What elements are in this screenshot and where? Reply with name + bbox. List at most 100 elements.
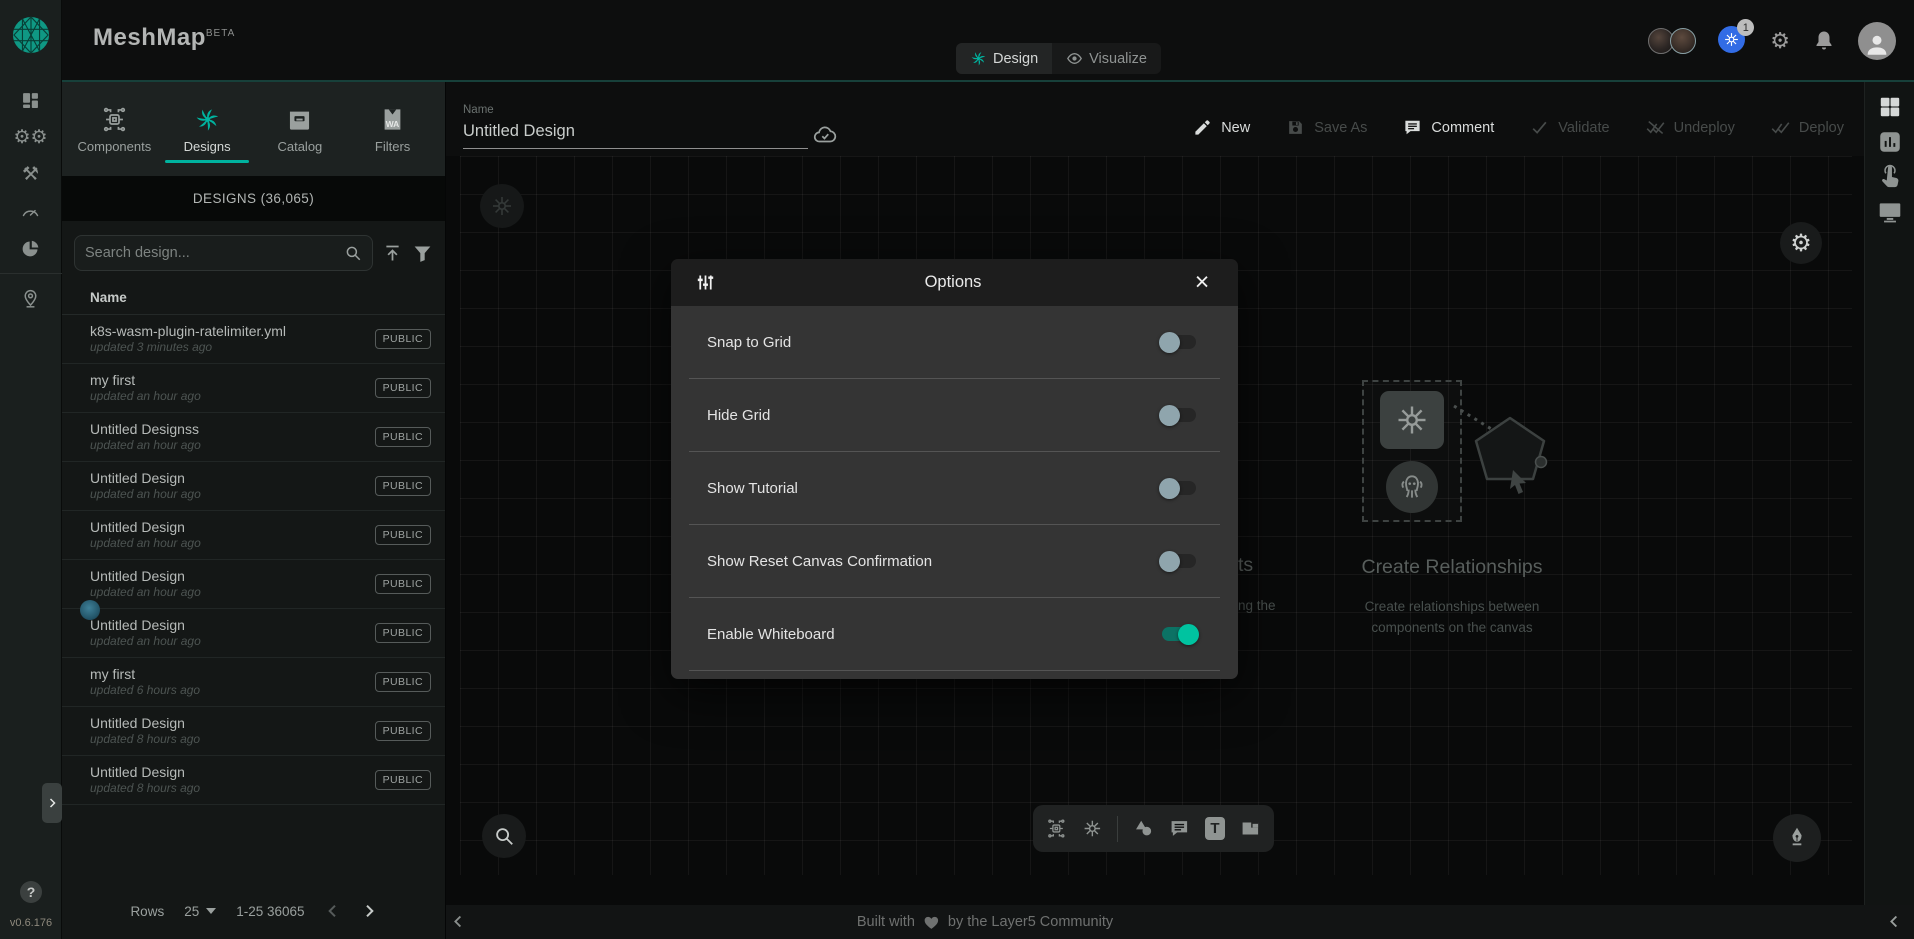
search-input[interactable] [85, 245, 344, 261]
option-row-show-reset-confirmation: Show Reset Canvas Confirmation [689, 525, 1220, 598]
close-icon[interactable]: × [1190, 271, 1214, 295]
next-page-button[interactable] [361, 903, 377, 919]
tab-catalog[interactable]: Catalog [258, 96, 342, 163]
upload-design-icon[interactable] [382, 243, 403, 264]
design-row[interactable]: my firstupdated an hour agoPUBLIC [62, 364, 445, 413]
undeploy-label: Undeploy [1674, 120, 1735, 136]
design-row[interactable]: Untitled Designupdated an hour agoPUBLIC [62, 609, 445, 658]
notifications-bell-icon[interactable] [1812, 29, 1836, 53]
design-row[interactable]: Untitled Designssupdated an hour agoPUBL… [62, 413, 445, 462]
nav-performance[interactable] [0, 193, 62, 230]
design-name: Untitled Design [90, 568, 375, 585]
touch-interaction-icon[interactable] [1877, 164, 1903, 190]
tab-catalog-label: Catalog [277, 139, 322, 154]
settings-gear-icon[interactable]: ⚙ [1770, 29, 1790, 53]
options-modal-title: Options [716, 273, 1190, 292]
deploy-button[interactable]: Deploy [1771, 118, 1844, 137]
design-row[interactable]: my firstupdated 6 hours agoPUBLIC [62, 658, 445, 707]
canvas-pen-button[interactable] [1773, 814, 1821, 862]
footer-collapse-left-icon[interactable] [451, 914, 466, 929]
option-label: Show Reset Canvas Confirmation [707, 553, 932, 570]
save-as-label: Save As [1314, 120, 1367, 136]
design-updated: updated an hour ago [90, 438, 375, 453]
tab-components[interactable]: Components [72, 96, 156, 163]
new-button[interactable]: New [1193, 118, 1250, 137]
designs-sidebar: Components Designs Catalog Filters DESIG… [62, 82, 446, 939]
show-tutorial-toggle[interactable] [1162, 481, 1196, 495]
tab-filters[interactable]: Filters [351, 96, 435, 163]
rows-label: Rows [130, 904, 164, 919]
design-row[interactable]: Untitled Designupdated 8 hours agoPUBLIC [62, 756, 445, 805]
footer-credit: Built with by the Layer5 Community [857, 905, 1113, 939]
new-label: New [1221, 120, 1250, 136]
media-tool-icon[interactable] [1240, 817, 1261, 840]
user-avatar[interactable] [1858, 22, 1896, 60]
validate-button[interactable]: Validate [1530, 118, 1609, 137]
nav-meshmap[interactable] [0, 280, 62, 317]
option-label: Hide Grid [707, 407, 770, 424]
design-name: Untitled Designss [90, 421, 375, 438]
prev-page-button[interactable] [325, 903, 341, 919]
help-button[interactable]: ? [20, 881, 42, 903]
shapes-tool-icon[interactable] [1133, 817, 1154, 840]
mode-visualize[interactable]: Visualize [1052, 43, 1161, 74]
mode-design-label: Design [993, 51, 1038, 67]
comment-tool-icon[interactable] [1169, 817, 1190, 840]
undeploy-button[interactable]: Undeploy [1646, 118, 1735, 137]
visibility-badge: PUBLIC [375, 378, 431, 398]
mode-visualize-label: Visualize [1089, 51, 1147, 67]
show-reset-canvas-confirmation-toggle[interactable] [1162, 554, 1196, 568]
design-list: k8s-wasm-plugin-ratelimiter.ymlupdated 3… [62, 315, 445, 805]
tutorial-k8s-node [1380, 391, 1444, 449]
option-label: Show Tutorial [707, 480, 798, 497]
comment-button[interactable]: Comment [1403, 118, 1494, 137]
expand-rail-handle[interactable] [42, 783, 62, 823]
nav-extensions[interactable] [0, 230, 62, 267]
collaborator-avatar-2[interactable] [1670, 28, 1696, 54]
double-check-icon [1771, 118, 1790, 137]
hide-grid-toggle[interactable] [1162, 408, 1196, 422]
design-row[interactable]: Untitled Designupdated 8 hours agoPUBLIC [62, 707, 445, 756]
dock-divider [1117, 816, 1118, 842]
kubernetes-context-chip[interactable]: 1 [1718, 26, 1748, 56]
kubernetes-wheel-icon [490, 194, 514, 218]
add-component-icon[interactable] [1046, 817, 1067, 840]
design-updated: updated an hour ago [90, 536, 375, 551]
design-row[interactable]: Untitled Designupdated an hour agoPUBLIC [62, 511, 445, 560]
panel-grid-icon[interactable] [1877, 94, 1903, 120]
metrics-chart-icon[interactable] [1877, 129, 1903, 155]
canvas-zoom-button[interactable] [482, 814, 526, 858]
left-nav-rail: ⚙⚙ ⚒ ? v0.6.176 [0, 0, 62, 939]
design-row[interactable]: k8s-wasm-plugin-ratelimiter.ymlupdated 3… [62, 315, 445, 364]
design-name-field: Name [463, 104, 808, 149]
pie-mesh-icon [20, 238, 41, 259]
enable-whiteboard-toggle[interactable] [1162, 627, 1196, 641]
mode-design[interactable]: Design [956, 43, 1052, 74]
design-row[interactable]: Untitled Designupdated an hour agoPUBLIC [62, 462, 445, 511]
text-tool-icon[interactable]: T [1205, 817, 1226, 840]
snap-to-grid-toggle[interactable] [1162, 335, 1196, 349]
visibility-badge: PUBLIC [375, 427, 431, 447]
footer-collapse-right-icon[interactable] [1887, 914, 1902, 929]
kubernetes-tool-icon[interactable] [1082, 817, 1103, 840]
collaborator-avatars[interactable] [1648, 28, 1696, 54]
nav-lifecycle[interactable]: ⚙⚙ [0, 119, 62, 156]
display-monitor-icon[interactable] [1877, 199, 1903, 225]
kubernetes-icon [1723, 31, 1740, 48]
tab-designs[interactable]: Designs [165, 96, 249, 163]
nav-toolkit[interactable]: ⚒ [0, 156, 62, 193]
rows-per-page-select[interactable]: 25 [184, 904, 216, 919]
layer5-logo[interactable] [0, 0, 62, 70]
filter-icon[interactable] [412, 243, 433, 264]
save-as-button[interactable]: Save As [1286, 118, 1367, 137]
design-row[interactable]: Untitled Designupdated an hour agoPUBLIC [62, 560, 445, 609]
heart-icon [923, 914, 940, 931]
design-updated: updated 6 hours ago [90, 683, 375, 698]
nav-dashboard[interactable] [0, 82, 62, 119]
canvas-settings-button[interactable]: ⚙ [1780, 222, 1822, 264]
design-name-input[interactable] [463, 122, 808, 149]
pagination-range: 1-25 36065 [236, 904, 304, 919]
floppy-icon [1286, 118, 1305, 137]
design-name: my first [90, 372, 375, 389]
canvas-k8s-button[interactable] [480, 184, 524, 228]
